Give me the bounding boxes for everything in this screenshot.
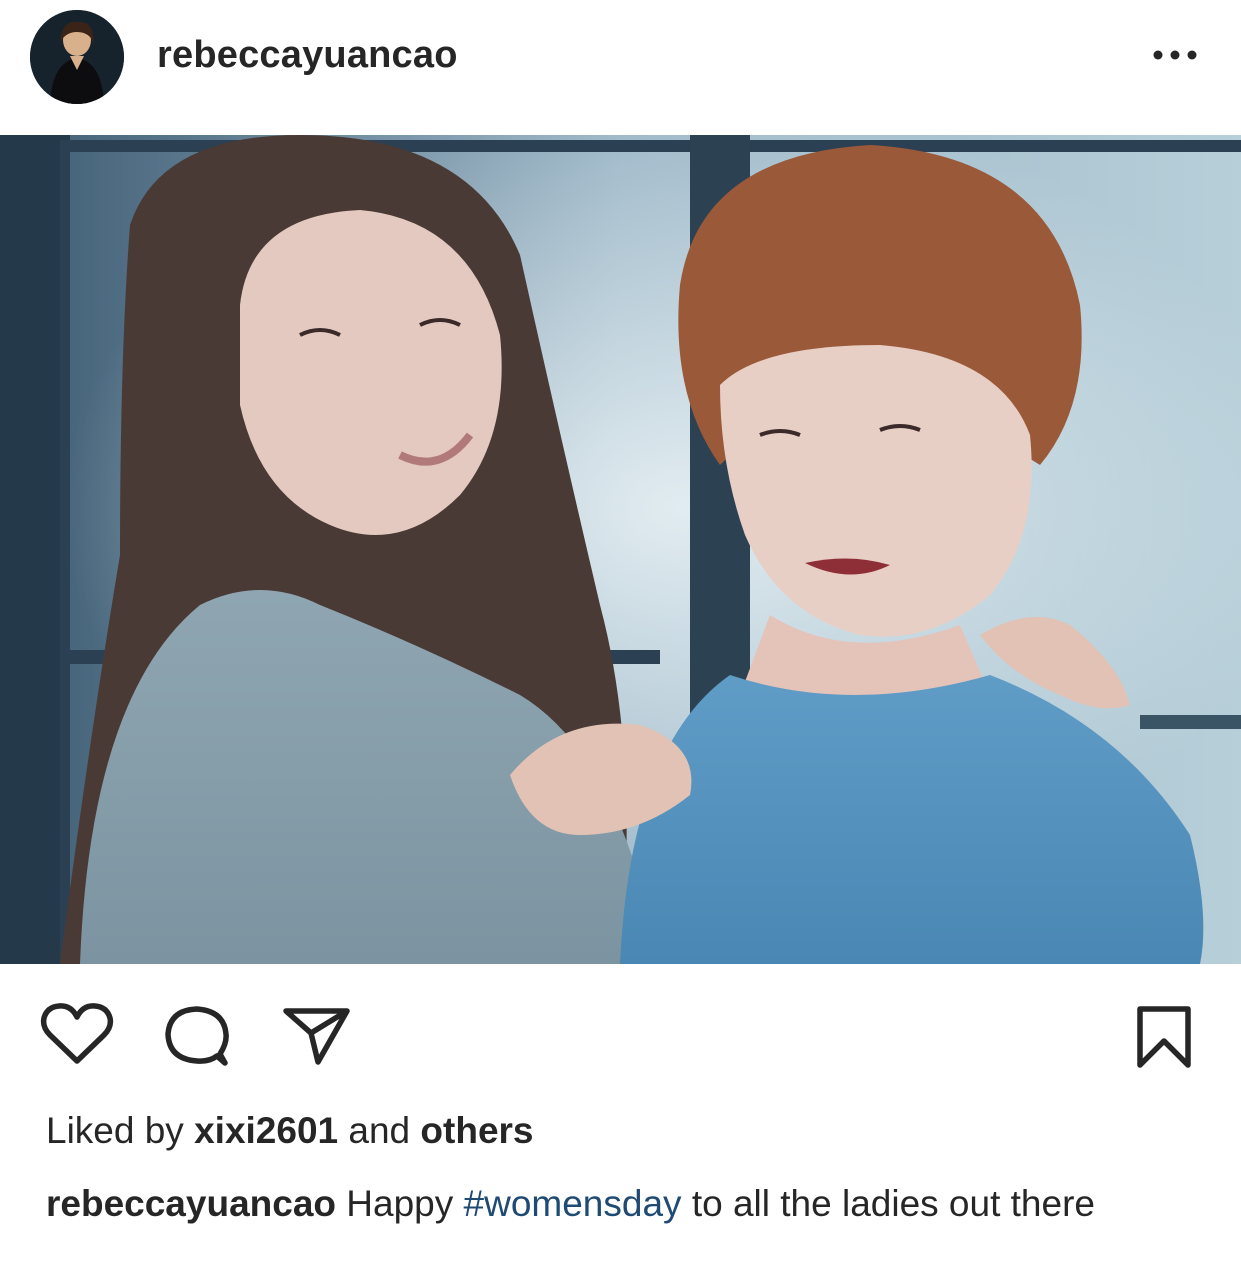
likes-others[interactable]: others: [420, 1110, 533, 1151]
post-actions: [0, 995, 1241, 1075]
bookmark-icon: [1137, 1006, 1191, 1068]
post-username[interactable]: rebeccayuancao: [157, 34, 458, 77]
more-horizontal-icon: [1153, 50, 1197, 60]
likes-summary: Liked by xixi2601 and others: [46, 1110, 534, 1152]
liked-by-user[interactable]: xixi2601: [194, 1110, 338, 1151]
caption-text-after: to all the ladies out there: [681, 1183, 1095, 1224]
save-button[interactable]: [1132, 1003, 1196, 1069]
post-image: [0, 135, 1241, 964]
post-photo[interactable]: [0, 135, 1241, 964]
heart-icon: [40, 1003, 114, 1064]
post-caption: rebeccayuancao Happy #womensday to all t…: [46, 1180, 1216, 1227]
paper-plane-icon: [283, 1008, 350, 1065]
more-options-button[interactable]: [1148, 40, 1202, 70]
caption-hashtag[interactable]: #womensday: [464, 1183, 682, 1224]
like-button[interactable]: [40, 1001, 114, 1067]
comment-button[interactable]: [160, 1001, 232, 1071]
avatar[interactable]: [30, 10, 124, 104]
caption-text-before: Happy: [336, 1183, 464, 1224]
likes-prefix: Liked by: [46, 1110, 195, 1151]
share-button[interactable]: [280, 1001, 352, 1067]
post-header: rebeccayuancao: [0, 0, 1241, 110]
comment-icon: [165, 1006, 229, 1066]
avatar-image: [30, 10, 124, 104]
likes-and: and: [338, 1110, 421, 1151]
caption-username[interactable]: rebeccayuancao: [46, 1183, 336, 1224]
